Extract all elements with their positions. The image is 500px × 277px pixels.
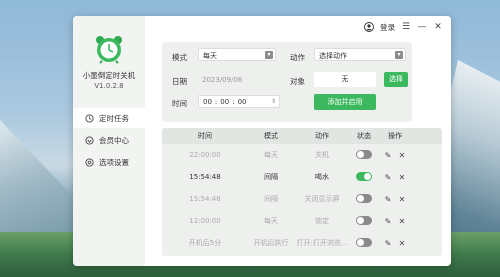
delete-icon[interactable]: ✕ [398,217,406,226]
cell-mode: 开机后执行 [253,239,289,247]
cell-action: 关闭显示屏 [304,195,340,203]
table-row: 22:00:00 每天 关机 ✎ ✕ [162,144,442,166]
edit-icon[interactable]: ✎ [384,151,392,160]
table-header: 时间 模式 动作 状态 操作 [162,128,442,144]
sidebar-item-label: 会员中心 [99,135,129,145]
date-label: 日期 [172,77,187,86]
close-icon[interactable]: ✕ [433,22,443,32]
clock-icon [85,113,94,123]
time-input[interactable]: 00 : 00 : 00 ⇕ [198,95,280,108]
cell-time: 15:54:48 [189,195,221,203]
edit-icon[interactable]: ✎ [384,239,392,248]
stepper-icon[interactable]: ⇕ [271,98,276,105]
cell-action: 锁定 [315,217,329,225]
table-row: 15:54:48 间隔 喝水 ✎ ✕ [162,166,442,188]
edit-icon[interactable]: ✎ [384,173,392,182]
cell-mode: 每天 [264,151,278,159]
menu-icon[interactable]: ☰ [401,22,411,32]
object-label: 对象 [290,77,305,86]
status-toggle[interactable] [356,193,372,203]
table-row: 开机后5分 开机后执行 打开:打开浏览... ✎ ✕ [162,232,442,254]
login-link[interactable]: 登录 [380,22,395,33]
sidebar-item-label: 定时任务 [99,113,129,123]
sidebar-item-label: 选项设置 [99,157,129,167]
sidebar-item-member-center[interactable]: 会员中心 [73,130,145,150]
add-and-enable-button[interactable]: 添加并启用 [314,94,376,110]
mode-select[interactable]: 每天 ▾ [198,48,276,61]
delete-icon[interactable]: ✕ [398,151,406,160]
user-avatar-icon[interactable] [364,22,374,32]
delete-icon[interactable]: ✕ [398,173,406,182]
time-label: 时间 [172,99,187,108]
cell-time: 12:00:00 [189,217,221,225]
table-row: 15:54:48 间隔 关闭显示屏 ✎ ✕ [162,188,442,210]
object-value-field: 无 [314,72,376,87]
app-version: V1.0.2.8 [94,82,124,90]
sidebar-item-settings[interactable]: 选项设置 [73,152,145,172]
task-form: 模式 每天 ▾ 动作 选择动作 ▾ 日期 2023/09/06 对象 无 选择 … [162,42,412,122]
delete-icon[interactable]: ✕ [398,195,406,204]
cell-mode: 每天 [264,217,278,225]
cell-action: 关机 [315,151,329,159]
mode-select-value: 每天 [203,52,217,60]
cell-action: 打开:打开浏览... [296,239,348,247]
cell-action: 喝水 [315,173,329,181]
alarm-clock-logo-icon [96,36,122,64]
status-toggle[interactable] [356,149,372,159]
edit-icon[interactable]: ✎ [384,195,392,204]
chevron-down-icon: ▾ [395,51,403,59]
action-label: 动作 [290,53,305,62]
header-mode: 模式 [264,132,278,140]
mode-label: 模式 [172,53,187,62]
minimize-icon[interactable]: — [417,22,427,32]
cell-mode: 间隔 [264,173,278,181]
action-select[interactable]: 选择动作 ▾ [314,48,406,61]
delete-icon[interactable]: ✕ [398,239,406,248]
status-toggle[interactable] [356,171,372,181]
gear-icon [85,157,94,167]
cell-time: 15:54:48 [189,173,221,181]
header-status: 状态 [357,132,371,140]
titlebar: 登录 ☰ — ✕ [364,16,451,38]
header-action: 动作 [315,132,329,140]
cell-mode: 间隔 [264,195,278,203]
cell-time: 22:00:00 [189,151,221,159]
app-name: 小墨倒定时关机 [82,71,136,80]
time-separator: : [232,97,235,106]
sidebar-item-timer-tasks[interactable]: 定时任务 [73,108,145,128]
edit-icon[interactable]: ✎ [384,217,392,226]
header-time: 时间 [198,132,212,140]
date-field[interactable]: 2023/09/06 [198,74,276,87]
app-window: 小墨倒定时关机 V1.0.2.8 定时任务 会员中心 选项设置 登录 ☰ — ✕… [73,16,451,266]
time-separator: : [214,97,218,106]
select-object-button[interactable]: 选择 [384,72,408,87]
status-toggle[interactable] [356,215,372,225]
chevron-down-icon: ▾ [265,51,273,59]
status-toggle[interactable] [356,237,372,247]
table-row: 12:00:00 每天 锁定 ✎ ✕ [162,210,442,232]
task-table: 时间 模式 动作 状态 操作 22:00:00 每天 关机 ✎ ✕ 15:54:… [162,128,442,256]
vip-icon [85,135,94,145]
header-operation: 操作 [388,132,402,140]
time-minute[interactable]: 00 [220,98,229,106]
action-select-value: 选择动作 [319,52,347,60]
cell-time: 开机后5分 [188,239,222,247]
time-hour[interactable]: 00 [203,98,212,106]
sidebar: 小墨倒定时关机 V1.0.2.8 定时任务 会员中心 选项设置 [73,16,145,266]
time-second[interactable]: 00 [238,98,247,106]
